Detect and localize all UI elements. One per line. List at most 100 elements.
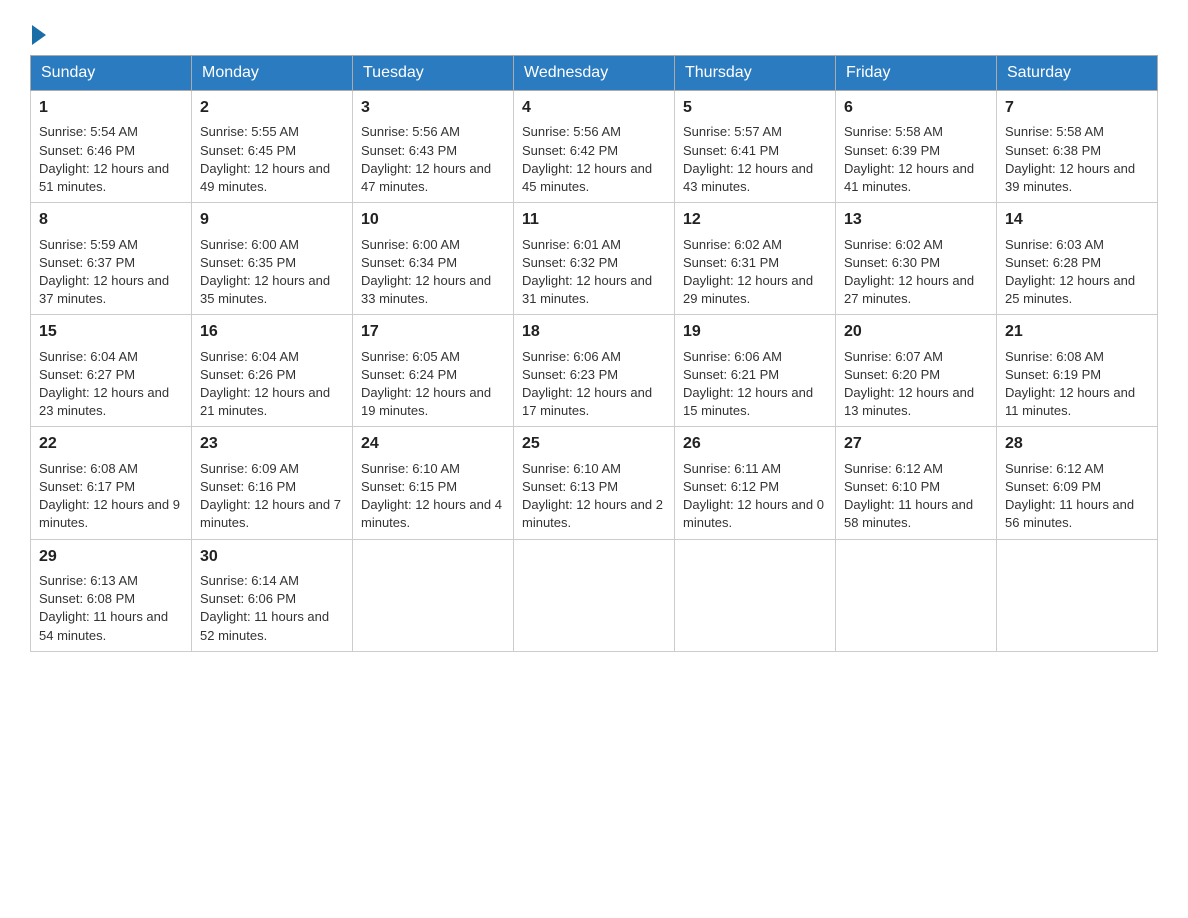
logo-arrow-icon — [32, 25, 46, 45]
day-number: 17 — [361, 321, 505, 343]
calendar-cell: 21 Sunrise: 6:08 AMSunset: 6:19 PMDaylig… — [997, 315, 1158, 427]
calendar-cell: 6 Sunrise: 5:58 AMSunset: 6:39 PMDayligh… — [836, 91, 997, 203]
calendar-table: SundayMondayTuesdayWednesdayThursdayFrid… — [30, 55, 1158, 652]
day-info: Sunrise: 5:56 AMSunset: 6:43 PMDaylight:… — [361, 124, 491, 194]
day-info: Sunrise: 6:02 AMSunset: 6:30 PMDaylight:… — [844, 237, 974, 307]
calendar-cell: 27 Sunrise: 6:12 AMSunset: 6:10 PMDaylig… — [836, 427, 997, 539]
day-info: Sunrise: 5:56 AMSunset: 6:42 PMDaylight:… — [522, 124, 652, 194]
calendar-cell: 7 Sunrise: 5:58 AMSunset: 6:38 PMDayligh… — [997, 91, 1158, 203]
calendar-cell: 20 Sunrise: 6:07 AMSunset: 6:20 PMDaylig… — [836, 315, 997, 427]
calendar-header-wednesday: Wednesday — [514, 56, 675, 91]
logo — [30, 20, 48, 45]
day-number: 30 — [200, 546, 344, 568]
day-number: 12 — [683, 209, 827, 231]
calendar-cell — [836, 539, 997, 651]
calendar-cell: 15 Sunrise: 6:04 AMSunset: 6:27 PMDaylig… — [31, 315, 192, 427]
day-info: Sunrise: 6:12 AMSunset: 6:10 PMDaylight:… — [844, 461, 973, 531]
day-info: Sunrise: 5:54 AMSunset: 6:46 PMDaylight:… — [39, 124, 169, 194]
day-number: 4 — [522, 97, 666, 119]
page-header — [30, 20, 1158, 45]
calendar-cell: 10 Sunrise: 6:00 AMSunset: 6:34 PMDaylig… — [353, 203, 514, 315]
day-number: 3 — [361, 97, 505, 119]
calendar-week-row: 8 Sunrise: 5:59 AMSunset: 6:37 PMDayligh… — [31, 203, 1158, 315]
day-number: 26 — [683, 433, 827, 455]
day-number: 24 — [361, 433, 505, 455]
calendar-cell: 13 Sunrise: 6:02 AMSunset: 6:30 PMDaylig… — [836, 203, 997, 315]
calendar-cell: 28 Sunrise: 6:12 AMSunset: 6:09 PMDaylig… — [997, 427, 1158, 539]
day-number: 21 — [1005, 321, 1149, 343]
calendar-cell: 12 Sunrise: 6:02 AMSunset: 6:31 PMDaylig… — [675, 203, 836, 315]
day-number: 7 — [1005, 97, 1149, 119]
day-info: Sunrise: 6:13 AMSunset: 6:08 PMDaylight:… — [39, 573, 168, 643]
calendar-cell — [514, 539, 675, 651]
day-info: Sunrise: 5:59 AMSunset: 6:37 PMDaylight:… — [39, 237, 169, 307]
calendar-cell — [997, 539, 1158, 651]
calendar-cell: 22 Sunrise: 6:08 AMSunset: 6:17 PMDaylig… — [31, 427, 192, 539]
calendar-cell: 3 Sunrise: 5:56 AMSunset: 6:43 PMDayligh… — [353, 91, 514, 203]
calendar-header-friday: Friday — [836, 56, 997, 91]
day-info: Sunrise: 5:55 AMSunset: 6:45 PMDaylight:… — [200, 124, 330, 194]
day-info: Sunrise: 6:06 AMSunset: 6:21 PMDaylight:… — [683, 349, 813, 419]
day-info: Sunrise: 6:03 AMSunset: 6:28 PMDaylight:… — [1005, 237, 1135, 307]
day-info: Sunrise: 6:06 AMSunset: 6:23 PMDaylight:… — [522, 349, 652, 419]
calendar-cell: 30 Sunrise: 6:14 AMSunset: 6:06 PMDaylig… — [192, 539, 353, 651]
calendar-cell: 16 Sunrise: 6:04 AMSunset: 6:26 PMDaylig… — [192, 315, 353, 427]
calendar-cell: 26 Sunrise: 6:11 AMSunset: 6:12 PMDaylig… — [675, 427, 836, 539]
day-number: 8 — [39, 209, 183, 231]
calendar-cell: 9 Sunrise: 6:00 AMSunset: 6:35 PMDayligh… — [192, 203, 353, 315]
day-info: Sunrise: 6:00 AMSunset: 6:35 PMDaylight:… — [200, 237, 330, 307]
day-number: 10 — [361, 209, 505, 231]
calendar-cell — [675, 539, 836, 651]
day-info: Sunrise: 5:58 AMSunset: 6:38 PMDaylight:… — [1005, 124, 1135, 194]
calendar-header-saturday: Saturday — [997, 56, 1158, 91]
day-info: Sunrise: 6:01 AMSunset: 6:32 PMDaylight:… — [522, 237, 652, 307]
day-info: Sunrise: 6:00 AMSunset: 6:34 PMDaylight:… — [361, 237, 491, 307]
day-number: 27 — [844, 433, 988, 455]
calendar-cell — [353, 539, 514, 651]
calendar-cell: 19 Sunrise: 6:06 AMSunset: 6:21 PMDaylig… — [675, 315, 836, 427]
day-info: Sunrise: 5:58 AMSunset: 6:39 PMDaylight:… — [844, 124, 974, 194]
day-number: 13 — [844, 209, 988, 231]
calendar-cell: 14 Sunrise: 6:03 AMSunset: 6:28 PMDaylig… — [997, 203, 1158, 315]
day-number: 6 — [844, 97, 988, 119]
calendar-cell: 5 Sunrise: 5:57 AMSunset: 6:41 PMDayligh… — [675, 91, 836, 203]
day-number: 11 — [522, 209, 666, 231]
calendar-cell: 11 Sunrise: 6:01 AMSunset: 6:32 PMDaylig… — [514, 203, 675, 315]
day-info: Sunrise: 6:05 AMSunset: 6:24 PMDaylight:… — [361, 349, 491, 419]
calendar-cell: 23 Sunrise: 6:09 AMSunset: 6:16 PMDaylig… — [192, 427, 353, 539]
day-number: 23 — [200, 433, 344, 455]
calendar-cell: 4 Sunrise: 5:56 AMSunset: 6:42 PMDayligh… — [514, 91, 675, 203]
calendar-header-tuesday: Tuesday — [353, 56, 514, 91]
day-number: 20 — [844, 321, 988, 343]
day-info: Sunrise: 6:14 AMSunset: 6:06 PMDaylight:… — [200, 573, 329, 643]
calendar-header-row: SundayMondayTuesdayWednesdayThursdayFrid… — [31, 56, 1158, 91]
calendar-header-monday: Monday — [192, 56, 353, 91]
day-number: 22 — [39, 433, 183, 455]
day-info: Sunrise: 6:10 AMSunset: 6:15 PMDaylight:… — [361, 461, 502, 531]
calendar-header-sunday: Sunday — [31, 56, 192, 91]
day-number: 19 — [683, 321, 827, 343]
day-number: 9 — [200, 209, 344, 231]
day-info: Sunrise: 6:04 AMSunset: 6:27 PMDaylight:… — [39, 349, 169, 419]
day-info: Sunrise: 6:07 AMSunset: 6:20 PMDaylight:… — [844, 349, 974, 419]
calendar-cell: 17 Sunrise: 6:05 AMSunset: 6:24 PMDaylig… — [353, 315, 514, 427]
day-info: Sunrise: 6:12 AMSunset: 6:09 PMDaylight:… — [1005, 461, 1134, 531]
day-number: 16 — [200, 321, 344, 343]
calendar-week-row: 1 Sunrise: 5:54 AMSunset: 6:46 PMDayligh… — [31, 91, 1158, 203]
calendar-week-row: 15 Sunrise: 6:04 AMSunset: 6:27 PMDaylig… — [31, 315, 1158, 427]
day-number: 5 — [683, 97, 827, 119]
day-number: 28 — [1005, 433, 1149, 455]
calendar-cell: 2 Sunrise: 5:55 AMSunset: 6:45 PMDayligh… — [192, 91, 353, 203]
day-info: Sunrise: 6:09 AMSunset: 6:16 PMDaylight:… — [200, 461, 341, 531]
day-number: 18 — [522, 321, 666, 343]
day-number: 25 — [522, 433, 666, 455]
day-info: Sunrise: 6:08 AMSunset: 6:17 PMDaylight:… — [39, 461, 180, 531]
calendar-week-row: 22 Sunrise: 6:08 AMSunset: 6:17 PMDaylig… — [31, 427, 1158, 539]
day-number: 15 — [39, 321, 183, 343]
day-info: Sunrise: 6:08 AMSunset: 6:19 PMDaylight:… — [1005, 349, 1135, 419]
calendar-cell: 29 Sunrise: 6:13 AMSunset: 6:08 PMDaylig… — [31, 539, 192, 651]
calendar-cell: 1 Sunrise: 5:54 AMSunset: 6:46 PMDayligh… — [31, 91, 192, 203]
day-info: Sunrise: 6:04 AMSunset: 6:26 PMDaylight:… — [200, 349, 330, 419]
calendar-cell: 24 Sunrise: 6:10 AMSunset: 6:15 PMDaylig… — [353, 427, 514, 539]
day-number: 2 — [200, 97, 344, 119]
